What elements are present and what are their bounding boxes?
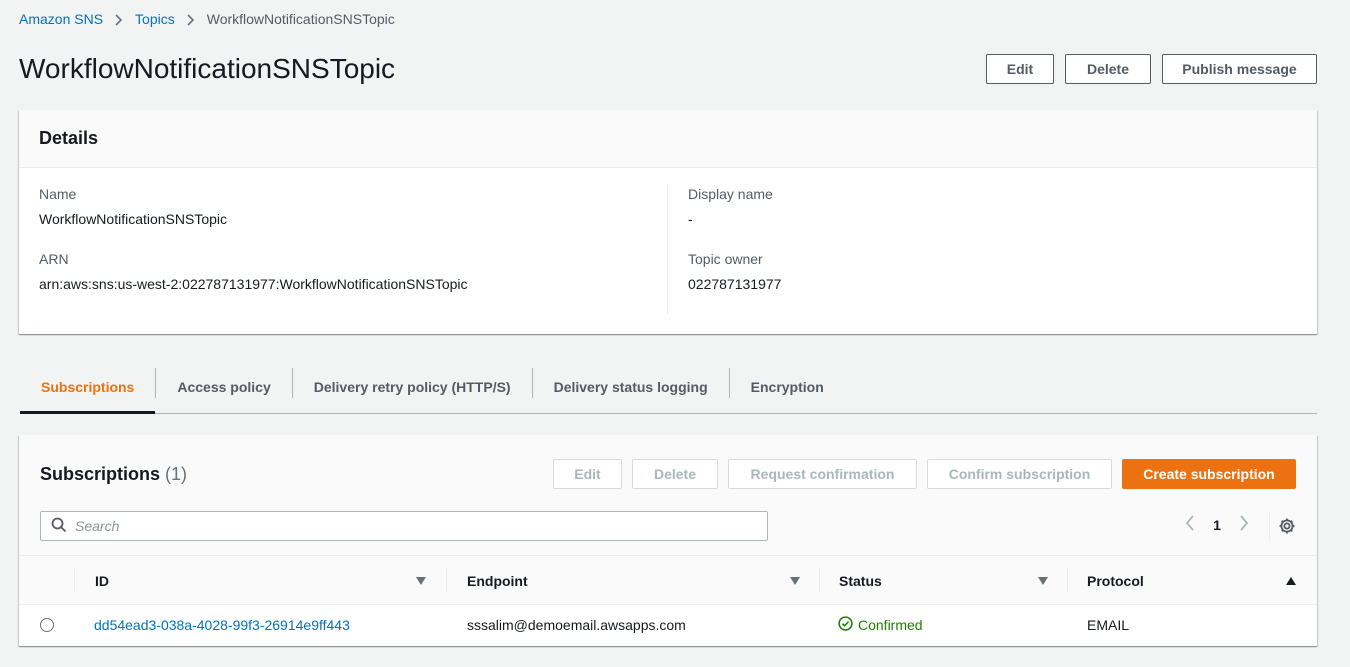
create-subscription-button[interactable]: Create subscription bbox=[1122, 459, 1296, 489]
status-text: Confirmed bbox=[858, 617, 923, 633]
subscriptions-title: Subscriptions (1) bbox=[40, 464, 187, 485]
previous-page-icon[interactable] bbox=[1185, 515, 1195, 534]
pagination: 1 bbox=[1185, 515, 1249, 534]
topic-tabs: Subscriptions Access policy Delivery ret… bbox=[20, 360, 1317, 414]
table-row: dd54ead3-038a-4028-99f3-26914e9ff443 sss… bbox=[19, 605, 1317, 645]
subscriptions-count: (1) bbox=[165, 464, 188, 484]
sort-down-icon bbox=[1037, 573, 1049, 589]
column-divider bbox=[819, 568, 820, 592]
sort-down-icon bbox=[789, 573, 801, 589]
tab-delivery-status-logging[interactable]: Delivery status logging bbox=[533, 360, 729, 414]
column-header-id-label: ID bbox=[95, 572, 109, 589]
arn-label: ARN bbox=[39, 251, 69, 267]
display-name-value: - bbox=[688, 211, 693, 227]
column-header-protocol-label: Protocol bbox=[1087, 572, 1144, 589]
column-divider bbox=[1067, 568, 1068, 592]
column-header-endpoint-label: Endpoint bbox=[467, 572, 528, 589]
gear-icon[interactable] bbox=[1278, 517, 1296, 538]
column-header-status[interactable]: Status bbox=[839, 556, 1049, 605]
next-page-icon[interactable] bbox=[1239, 515, 1249, 534]
topic-owner-value: 022787131977 bbox=[688, 276, 782, 292]
search-icon bbox=[51, 517, 67, 536]
tab-subscriptions[interactable]: Subscriptions bbox=[20, 360, 156, 414]
row-radio[interactable] bbox=[40, 605, 54, 645]
status-cell: Confirmed bbox=[838, 605, 923, 645]
breadcrumb-amazon-sns[interactable]: Amazon SNS bbox=[19, 11, 103, 27]
request-confirmation-button[interactable]: Request confirmation bbox=[728, 459, 917, 489]
breadcrumb-current: WorkflowNotificationSNSTopic bbox=[206, 11, 395, 27]
status-badge: Confirmed bbox=[838, 616, 923, 634]
edit-topic-button[interactable]: Edit bbox=[986, 54, 1054, 84]
column-header-status-label: Status bbox=[839, 572, 882, 589]
edit-subscription-button[interactable]: Edit bbox=[553, 459, 622, 489]
row-select-radio[interactable] bbox=[40, 618, 54, 632]
search-input[interactable] bbox=[75, 518, 725, 534]
sort-up-icon bbox=[1285, 573, 1297, 589]
subscriptions-header: Subscriptions (1) Edit Delete Request co… bbox=[19, 435, 1317, 556]
column-divider bbox=[74, 568, 75, 592]
details-panel: Details Name WorkflowNotificationSNSTopi… bbox=[19, 110, 1317, 334]
details-header: Details bbox=[19, 110, 1317, 168]
tab-delivery-retry-policy[interactable]: Delivery retry policy (HTTP/S) bbox=[293, 360, 532, 414]
sort-down-icon bbox=[415, 573, 427, 589]
details-divider bbox=[667, 184, 668, 314]
details-right-column: Display name - Topic owner 022787131977 bbox=[688, 185, 781, 315]
delete-subscription-button[interactable]: Delete bbox=[632, 459, 718, 489]
publish-message-button[interactable]: Publish message bbox=[1162, 54, 1317, 84]
breadcrumb: Amazon SNS Topics WorkflowNotificationSN… bbox=[19, 10, 395, 28]
column-header-protocol[interactable]: Protocol bbox=[1087, 556, 1297, 605]
column-header-id[interactable]: ID bbox=[95, 556, 427, 605]
name-label: Name bbox=[39, 186, 77, 202]
tab-encryption[interactable]: Encryption bbox=[730, 360, 845, 414]
arn-value: arn:aws:sns:us-west-2:022787131977:Workf… bbox=[39, 276, 468, 292]
subscriptions-actions: Edit Delete Request confirmation Confirm… bbox=[553, 459, 1296, 489]
current-page-number[interactable]: 1 bbox=[1209, 517, 1225, 533]
chevron-right-icon bbox=[175, 11, 207, 27]
pagination-divider bbox=[1269, 513, 1270, 541]
subscription-id-cell: dd54ead3-038a-4028-99f3-26914e9ff443 bbox=[94, 605, 350, 645]
page-title: WorkflowNotificationSNSTopic bbox=[19, 53, 396, 84]
header-actions: Edit Delete Publish message bbox=[986, 54, 1317, 84]
delete-topic-button[interactable]: Delete bbox=[1065, 54, 1151, 84]
details-title: Details bbox=[39, 128, 99, 148]
table-header: ID Endpoint Status Protocol bbox=[19, 556, 1317, 605]
display-name-label: Display name bbox=[688, 186, 773, 202]
topic-owner-label: Topic owner bbox=[688, 251, 763, 267]
protocol-cell: EMAIL bbox=[1087, 617, 1130, 633]
column-divider bbox=[446, 568, 447, 592]
tab-access-policy[interactable]: Access policy bbox=[156, 360, 291, 414]
chevron-right-icon bbox=[103, 11, 135, 27]
column-header-endpoint[interactable]: Endpoint bbox=[467, 556, 801, 605]
subscriptions-title-text: Subscriptions bbox=[40, 464, 161, 484]
breadcrumb-topics[interactable]: Topics bbox=[135, 11, 175, 27]
endpoint-cell: sssalim@demoemail.awsapps.com bbox=[467, 617, 686, 633]
subscription-id-link[interactable]: dd54ead3-038a-4028-99f3-26914e9ff443 bbox=[94, 617, 350, 633]
check-circle-icon bbox=[838, 616, 853, 634]
name-value: WorkflowNotificationSNSTopic bbox=[39, 211, 228, 227]
search-box[interactable] bbox=[40, 511, 768, 541]
details-left-column: Name WorkflowNotificationSNSTopic ARN ar… bbox=[39, 185, 667, 315]
subscriptions-panel: Subscriptions (1) Edit Delete Request co… bbox=[19, 435, 1317, 646]
confirm-subscription-button[interactable]: Confirm subscription bbox=[927, 459, 1112, 489]
